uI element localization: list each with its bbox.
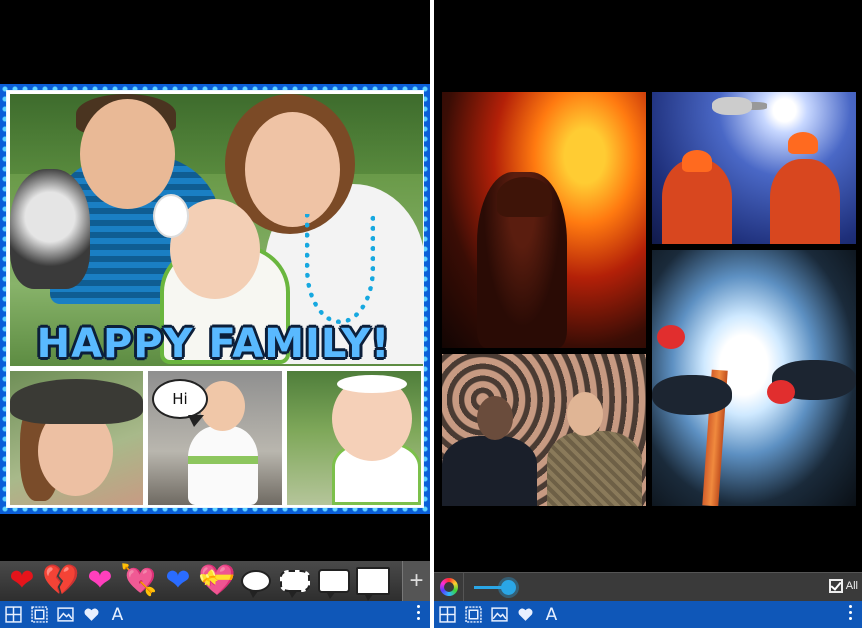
color-wheel-icon	[439, 578, 458, 596]
text-tool-label: A	[545, 604, 558, 625]
person-suit	[442, 436, 537, 506]
spiky-bubble-icon[interactable]	[278, 564, 312, 598]
overflow-menu-icon[interactable]	[417, 605, 420, 620]
layout-grid-icon[interactable]	[1, 601, 26, 628]
dog	[10, 169, 90, 289]
frame-border-icon[interactable]	[27, 601, 52, 628]
baby-bow	[155, 196, 187, 236]
photo-water-hose[interactable]	[652, 250, 856, 506]
photo-toddler[interactable]: Hi	[148, 371, 282, 505]
sticker-bar: ❤ 💔 ❤ 💘 ❤ 💝 +	[0, 561, 430, 601]
collage-caption-text[interactable]: HAPPY FAMILY!	[7, 321, 420, 367]
coast-guard-member	[770, 159, 840, 244]
photo-firefighter[interactable]	[442, 92, 646, 348]
collage-canvas[interactable]	[442, 92, 856, 506]
person-head	[567, 392, 603, 436]
border-size-slider[interactable]	[474, 573, 518, 602]
background-image-icon[interactable]	[53, 601, 78, 628]
speech-bubble-sticker[interactable]: Hi	[152, 379, 208, 419]
toddler-sash	[188, 456, 258, 464]
right-editor-panel: All A	[434, 0, 862, 628]
rect-bubble-icon[interactable]	[356, 564, 390, 601]
baby-headband	[337, 375, 407, 393]
red-helmet	[767, 380, 795, 404]
overflow-menu-icon[interactable]	[849, 605, 852, 620]
text-tool-icon[interactable]: A	[539, 601, 564, 628]
collage-canvas[interactable]: HAPPY FAMILY! Hi	[6, 90, 424, 508]
blue-heart-icon[interactable]: ❤	[161, 564, 195, 598]
slider-thumb[interactable]	[501, 579, 516, 595]
helicopter	[712, 97, 752, 115]
firefighter-helmet	[497, 177, 552, 217]
speech-bubble-text: Hi	[172, 390, 188, 408]
apply-all-label: All	[845, 580, 858, 592]
red-helmet	[657, 325, 685, 349]
photo-baby[interactable]	[287, 371, 421, 505]
photo-coast-guard[interactable]	[652, 92, 856, 244]
color-wheel-button[interactable]	[434, 572, 464, 602]
apply-all-checkbox[interactable]	[828, 579, 843, 593]
necklace	[305, 214, 375, 324]
red-heart-icon[interactable]: ❤	[5, 564, 39, 598]
gift-heart-icon[interactable]: 💝	[198, 564, 235, 598]
cloud-bubble-icon[interactable]	[239, 564, 273, 598]
mom-face	[245, 112, 340, 227]
broken-heart-icon[interactable]: 💔	[42, 564, 79, 598]
toddler-dress	[188, 426, 258, 505]
heart-sticker-icon[interactable]	[513, 601, 538, 628]
frame-border-icon[interactable]	[461, 601, 486, 628]
pink-heart-icon[interactable]: ❤	[83, 564, 117, 598]
add-sticker-button[interactable]: +	[402, 561, 430, 601]
left-editor-panel: HAPPY FAMILY! Hi ❤ 💔 ❤ 💘 ❤ 💝 + A	[0, 0, 430, 628]
bottom-toolbar: A	[0, 601, 430, 628]
background-image-icon[interactable]	[487, 601, 512, 628]
apply-all-toggle[interactable]: All	[828, 579, 858, 593]
person-head	[477, 396, 513, 440]
collage-frame: HAPPY FAMILY! Hi	[0, 84, 430, 514]
arm	[652, 375, 732, 415]
speech-bubble-tail	[188, 415, 204, 427]
round-rect-bubble-icon[interactable]	[317, 564, 351, 599]
person-uniform	[547, 431, 642, 506]
dad-face	[80, 99, 175, 209]
coast-guard-helmet	[682, 150, 712, 172]
photo-woman-hat[interactable]	[10, 371, 143, 505]
text-tool-icon[interactable]: A	[105, 601, 130, 628]
hat	[10, 379, 143, 424]
coast-guard-helmet	[788, 132, 818, 154]
adjust-bar: All	[434, 572, 862, 602]
heart-sticker-icon[interactable]	[79, 601, 104, 628]
bottom-toolbar: A	[434, 601, 862, 628]
text-tool-label: A	[111, 604, 124, 625]
layout-grid-icon[interactable]	[435, 601, 460, 628]
heart-arrow-icon[interactable]: 💘	[120, 564, 157, 598]
toddler-face	[200, 381, 245, 431]
photo-crowd[interactable]	[442, 354, 646, 506]
hedge-background	[10, 94, 423, 174]
